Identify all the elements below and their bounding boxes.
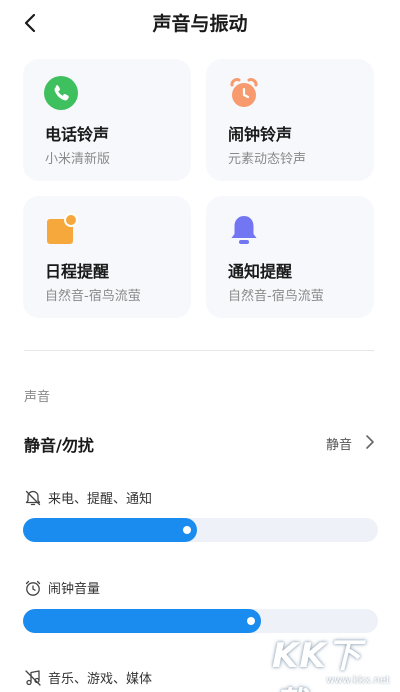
card-subtitle: 自然音-宿鸟流萤 bbox=[228, 289, 324, 304]
alarm-clock-icon bbox=[230, 78, 258, 107]
ring-volume-fill bbox=[23, 518, 197, 542]
card-calendar-reminder[interactable]: 日程提醒 自然音-宿鸟流萤 bbox=[23, 196, 191, 318]
watermark: KK下载 www.kkx.net bbox=[272, 628, 392, 692]
card-title: 闹钟铃声 bbox=[228, 125, 293, 144]
card-subtitle: 小米清新版 bbox=[45, 152, 111, 167]
card-title: 电话铃声 bbox=[45, 125, 110, 144]
alarm-icon bbox=[25, 580, 41, 596]
page-title: 声音与振动 bbox=[152, 13, 248, 35]
section-label-sound: 声音 bbox=[24, 390, 51, 405]
card-title: 通知提醒 bbox=[228, 262, 293, 281]
media-volume-text: 音乐、游戏、媒体 bbox=[48, 672, 153, 687]
chevron-right-icon bbox=[366, 435, 374, 449]
ring-volume-text: 来电、提醒、通知 bbox=[48, 492, 153, 507]
bell-muted-icon bbox=[25, 490, 41, 505]
bell-icon bbox=[231, 216, 257, 244]
alarm-volume-fill bbox=[23, 609, 261, 633]
music-muted-icon bbox=[25, 669, 41, 686]
silent-dnd-row[interactable]: 静音/勿扰 静音 bbox=[0, 421, 400, 463]
ring-volume-label: 来电、提醒、通知 bbox=[24, 488, 152, 507]
card-alarm-ringtone[interactable]: 闹钟铃声 元素动态铃声 bbox=[206, 59, 374, 181]
card-phone-ringtone[interactable]: 电话铃声 小米清新版 bbox=[23, 59, 191, 181]
card-title: 日程提醒 bbox=[45, 262, 110, 281]
phone-icon bbox=[44, 76, 78, 110]
ring-volume-handle[interactable] bbox=[183, 526, 191, 534]
header: 声音与振动 bbox=[0, 0, 400, 44]
alarm-volume-text: 闹钟音量 bbox=[48, 582, 101, 597]
ring-volume-slider[interactable] bbox=[23, 518, 378, 542]
card-notification-reminder[interactable]: 通知提醒 自然音-宿鸟流萤 bbox=[206, 196, 374, 318]
silent-dnd-label: 静音/勿扰 bbox=[24, 436, 94, 455]
alarm-volume-handle[interactable] bbox=[247, 617, 255, 625]
calendar-icon bbox=[47, 213, 78, 244]
card-subtitle: 元素动态铃声 bbox=[228, 152, 307, 167]
alarm-volume-label: 闹钟音量 bbox=[24, 578, 100, 597]
card-subtitle: 自然音-宿鸟流萤 bbox=[45, 289, 141, 304]
watermark-url: www.kkx.net bbox=[326, 675, 390, 686]
media-volume-label: 音乐、游戏、媒体 bbox=[24, 668, 152, 687]
section-divider bbox=[24, 350, 374, 351]
silent-dnd-value: 静音 bbox=[325, 438, 352, 453]
